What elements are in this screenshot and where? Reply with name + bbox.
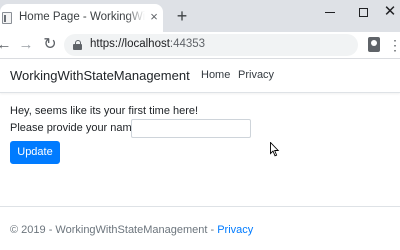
page-favicon-icon [2, 12, 12, 24]
tab-close-icon[interactable]: × [147, 10, 161, 24]
close-window-button[interactable]: ✕ [372, 2, 400, 22]
lock-body [73, 44, 82, 50]
name-label: Please provide your name: [10, 122, 141, 134]
footer-divider [0, 206, 400, 207]
nav-link-privacy[interactable]: Privacy [238, 69, 274, 81]
name-input[interactable] [131, 119, 251, 138]
forward-arrow-icon[interactable]: → [16, 35, 36, 55]
update-button[interactable]: Update [10, 141, 60, 164]
site-footer: © 2019 - WorkingWithStateManagement - Pr… [10, 224, 253, 236]
browser-tab[interactable]: Home Page - WorkingWithStateManagement × [0, 4, 163, 32]
address-bar[interactable]: https://localhost:44353 [64, 34, 358, 56]
tab-title: Home Page - WorkingWithStateManagement [19, 11, 145, 23]
url-port: :44353 [169, 38, 206, 50]
url-text[interactable]: https://localhost:44353 [90, 38, 205, 50]
site-brand[interactable]: WorkingWithStateManagement [10, 68, 190, 83]
profile-icon[interactable] [368, 37, 380, 52]
greeting-text: Hey, seems like its your first time here… [10, 105, 199, 117]
minimize-button[interactable] [312, 2, 348, 22]
footer-privacy-link[interactable]: Privacy [217, 224, 253, 236]
minimize-icon [325, 12, 335, 14]
nav-link-home[interactable]: Home [201, 69, 230, 81]
browser-tabstrip: Home Page - WorkingWithStateManagement ×… [0, 0, 400, 32]
profile-icon-face [371, 40, 377, 46]
site-navbar: WorkingWithStateManagement Home Privacy [0, 59, 400, 93]
url-host: https://localhost [90, 38, 170, 50]
browser-toolbar: ← → ↻ https://localhost:44353 ⋮ [0, 32, 400, 58]
back-arrow-icon[interactable]: ← [0, 35, 14, 55]
maximize-icon [358, 8, 368, 18]
browser-menu-icon[interactable]: ⋮ [388, 35, 400, 55]
reload-icon[interactable]: ↻ [40, 35, 60, 55]
footer-copyright: © 2019 - WorkingWithStateManagement - [10, 224, 218, 236]
new-tab-icon[interactable]: + [173, 7, 191, 25]
lock-icon[interactable] [73, 40, 82, 50]
